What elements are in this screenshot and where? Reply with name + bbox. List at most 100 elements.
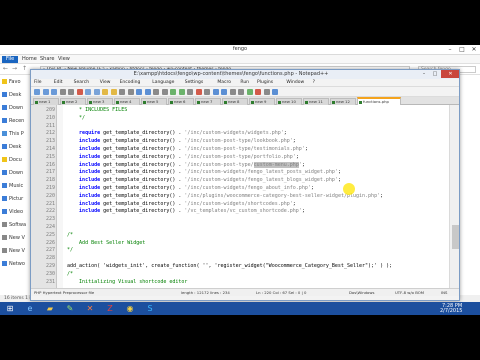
menu-item[interactable]: Encoding — [120, 80, 141, 85]
menu-item[interactable]: Language — [152, 80, 174, 85]
toolbar-button-icon[interactable] — [195, 89, 202, 95]
tab[interactable]: new 9 — [249, 98, 275, 105]
toolbar-button-icon[interactable] — [178, 89, 185, 95]
nav-item[interactable]: New V — [2, 248, 25, 254]
toolbar-button-icon[interactable] — [144, 89, 151, 95]
nav-item[interactable]: Video — [2, 209, 23, 215]
menu-item[interactable]: Run — [240, 80, 249, 85]
toolbar-button-icon[interactable] — [102, 89, 108, 95]
windows-start-icon[interactable]: ⊞ — [2, 303, 18, 314]
nav-item[interactable]: Down — [2, 170, 23, 176]
menu-item[interactable]: Search — [74, 80, 89, 85]
filezilla-icon[interactable]: Z — [102, 303, 118, 314]
toolbar-button-icon[interactable] — [263, 89, 270, 95]
toolbar-button-icon[interactable] — [229, 89, 236, 95]
npp-maximize-icon[interactable]: □ — [430, 70, 440, 78]
notepadpp-titlebar[interactable]: E:\xampp\htdocs\fengo\wp-content\themes\… — [31, 70, 459, 79]
nav-item-label: New V — [9, 248, 25, 254]
toolbar-button-icon[interactable] — [93, 89, 100, 95]
tab[interactable]: new 4 — [114, 98, 140, 105]
vertical-scrollbar[interactable] — [449, 105, 459, 288]
toolbar-button-icon[interactable] — [42, 89, 49, 95]
menu-item[interactable]: ? — [313, 80, 315, 85]
line-number: 212 — [45, 130, 55, 137]
toolbar-button-icon[interactable] — [212, 89, 219, 95]
toolbar-button-icon[interactable] — [255, 89, 261, 95]
explorer-titlebar[interactable]: fengo – □ ✕ — [0, 45, 480, 55]
menu-item[interactable]: Plugins — [257, 80, 273, 85]
toolbar-button-icon[interactable] — [85, 89, 91, 95]
toolbar-button-icon[interactable] — [51, 89, 57, 95]
toolbar-button-icon[interactable] — [221, 89, 227, 95]
menu-item[interactable]: Settings — [185, 80, 203, 85]
tab[interactable]: new 12 — [330, 98, 356, 105]
close-icon[interactable]: ✕ — [468, 45, 480, 54]
toolbar-button-icon[interactable] — [68, 89, 74, 95]
menu-item[interactable]: File — [34, 80, 42, 85]
ribbon-share-tab[interactable]: Share — [40, 56, 54, 62]
nav-item[interactable]: Desk — [2, 92, 21, 98]
clock-date[interactable]: 2/7/2015 — [440, 308, 462, 314]
tab[interactable]: new 5 — [141, 98, 167, 105]
toolbar-button-icon[interactable] — [136, 89, 142, 95]
nav-item[interactable]: Recen — [2, 118, 24, 124]
toolbar-button-icon[interactable] — [161, 89, 168, 95]
tab[interactable]: new 11 — [303, 98, 329, 105]
scrollbar-thumb[interactable] — [452, 225, 459, 249]
xampp-icon[interactable]: ✕ — [82, 303, 98, 314]
ribbon-home-tab[interactable]: Home — [22, 56, 37, 62]
toolbar-button-icon[interactable] — [246, 89, 253, 95]
ribbon-view-tab[interactable]: View — [58, 56, 70, 62]
tab[interactable]: new 1 — [33, 98, 59, 105]
toolbar-button-icon[interactable] — [119, 89, 125, 95]
nav-item[interactable]: Pictur — [2, 196, 23, 202]
toolbar-button-icon[interactable] — [170, 89, 176, 95]
toolbar-button-icon[interactable] — [110, 89, 117, 95]
toolbar-button-icon[interactable] — [153, 89, 159, 95]
nav-item[interactable]: Netwo — [2, 261, 25, 267]
toolbar-button-icon[interactable] — [272, 89, 278, 95]
folder-icon[interactable]: ▰ — [42, 303, 58, 314]
toolbar-button-icon[interactable] — [76, 89, 83, 95]
back-icon[interactable]: ← — [3, 65, 8, 72]
toolbar-button-icon[interactable] — [204, 89, 210, 95]
nav-item[interactable]: Music — [2, 183, 23, 189]
ie-icon[interactable]: e — [22, 303, 38, 314]
ribbon-file-tab[interactable]: File — [2, 56, 18, 63]
chrome-icon[interactable]: ◉ — [122, 303, 138, 314]
code-editor[interactable]: 209 * INCLUDES FILES 210 */211 212 require… — [31, 105, 459, 288]
tab[interactable]: new 6 — [168, 98, 194, 105]
forward-icon[interactable]: → — [12, 65, 17, 72]
maximize-icon[interactable]: □ — [456, 45, 468, 54]
minimize-icon[interactable]: – — [444, 45, 456, 54]
up-icon[interactable]: ↑ — [22, 65, 27, 72]
nav-item[interactable]: This P — [2, 131, 24, 137]
menu-item[interactable]: View — [100, 80, 111, 85]
toolbar-button-icon[interactable] — [127, 89, 134, 95]
toolbar-button-icon[interactable] — [238, 89, 244, 95]
nav-item[interactable]: Desk — [2, 144, 21, 150]
nav-item[interactable]: Softwa — [2, 222, 26, 228]
menu-item[interactable]: Macro — [217, 80, 231, 85]
tab[interactable]: new 3 — [87, 98, 113, 105]
nav-item[interactable]: Down — [2, 105, 23, 111]
toolbar-button-icon[interactable] — [187, 89, 193, 95]
nav-item[interactable]: Favo — [2, 79, 21, 85]
nav-item[interactable]: Docu — [2, 157, 22, 163]
tab-bar: new 1 new 2 new 3 new 4 new 5 new 6 new 7 new 8… — [31, 97, 459, 105]
toolbar-button-icon[interactable] — [34, 89, 40, 95]
tab[interactable]: new 8 — [222, 98, 248, 105]
nav-item[interactable]: New V — [2, 235, 25, 241]
npp-close-icon[interactable]: ✕ — [441, 70, 459, 78]
notepadpp-icon[interactable]: ✎ — [62, 303, 78, 314]
tab[interactable]: new 7 — [195, 98, 221, 105]
toolbar-button-icon[interactable] — [59, 89, 66, 95]
tab[interactable]: new 10 — [276, 98, 302, 105]
menu-item[interactable]: Window — [286, 80, 304, 85]
menu-item[interactable]: Edit — [54, 80, 63, 85]
tab[interactable]: new 2 — [60, 98, 86, 105]
tab[interactable]: functions.php — [357, 97, 401, 105]
saved-file-icon — [278, 101, 281, 104]
npp-minimize-icon[interactable]: – — [419, 70, 429, 78]
skype-icon[interactable]: S — [142, 303, 158, 314]
